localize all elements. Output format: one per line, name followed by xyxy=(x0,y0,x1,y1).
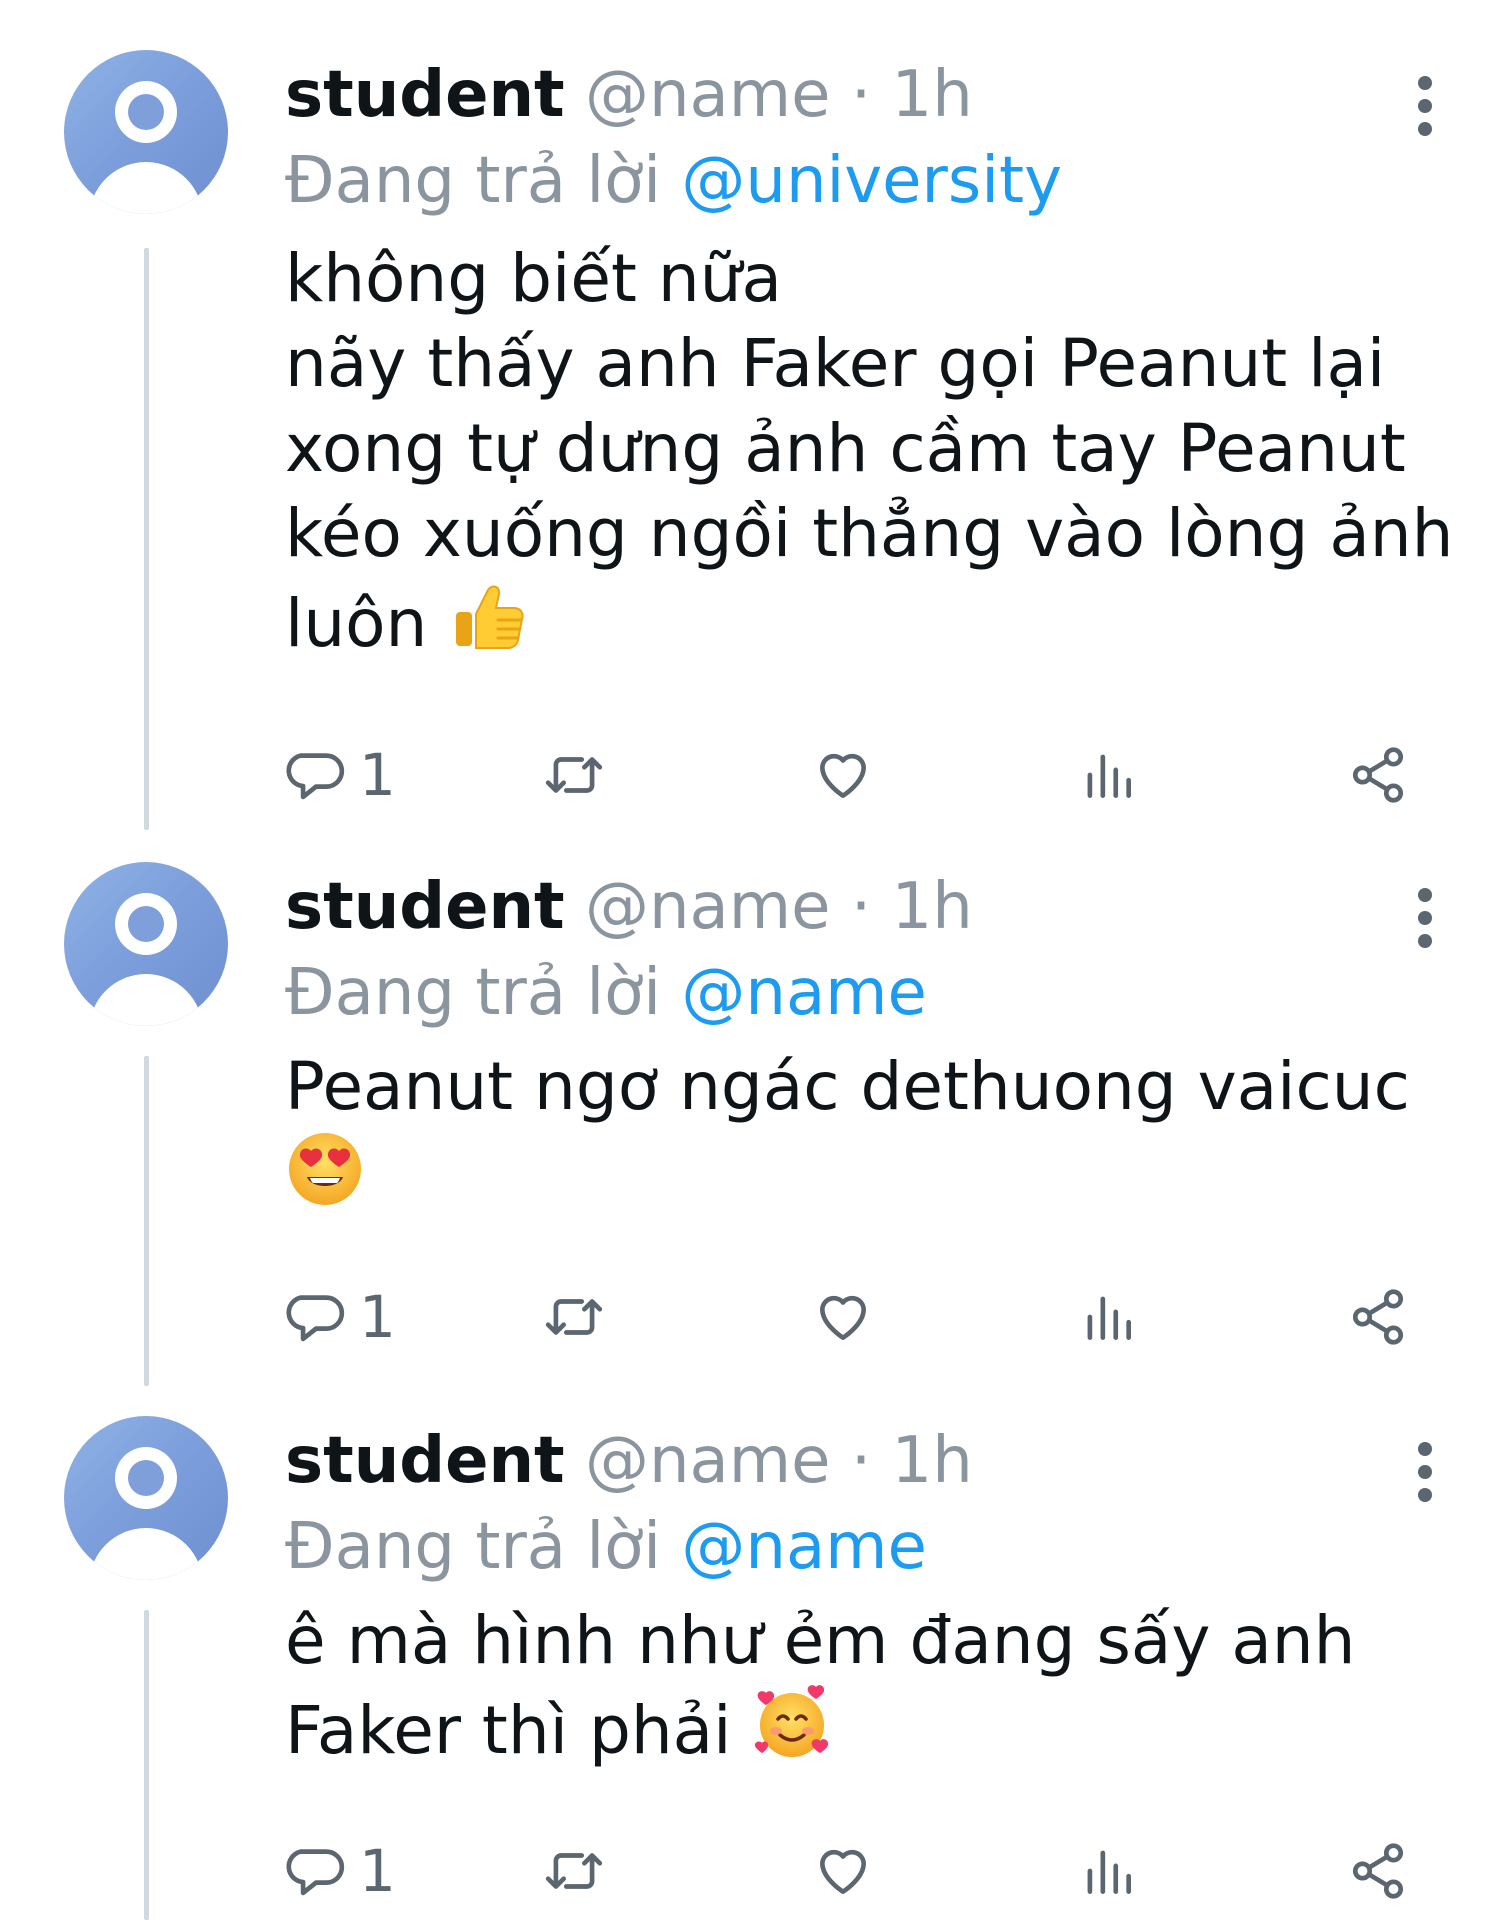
tweet[interactable]: student @name · 1h Đang trả lời @univers… xyxy=(0,50,1501,830)
views-icon xyxy=(1087,1296,1131,1340)
tweet-text-line: xong tự dưng ảnh cầm tay Peanut xyxy=(285,410,1406,487)
user-handle[interactable]: @name xyxy=(585,58,831,132)
display-name[interactable]: student xyxy=(285,58,565,132)
tweet-header: student @name · 1h xyxy=(285,862,973,952)
mention-link[interactable]: @name xyxy=(681,1510,927,1584)
tweet-text-line: Faker thì phải xyxy=(285,1692,732,1769)
like-button[interactable] xyxy=(812,1836,874,1906)
heart-eyes-emoji xyxy=(289,1133,361,1205)
separator-dot: · xyxy=(850,1424,872,1498)
tweet-text: không biết nữa nãy thấy anh Faker gọi Pe… xyxy=(285,236,1465,666)
views-button[interactable] xyxy=(1077,740,1139,810)
share-icon xyxy=(1352,1289,1404,1345)
heart-icon xyxy=(820,1295,866,1340)
timestamp[interactable]: 1h xyxy=(892,870,973,944)
share-button[interactable] xyxy=(1347,1282,1409,1352)
thumbs-up-emoji xyxy=(456,585,524,649)
tweet[interactable]: student @name · 1h Đang trả lời @name Pe… xyxy=(0,862,1501,1386)
views-button[interactable] xyxy=(1077,1282,1139,1352)
views-icon xyxy=(1087,754,1131,798)
avatar-head xyxy=(115,81,177,143)
views-icon xyxy=(1087,1850,1131,1894)
replying-to: Đang trả lời @name xyxy=(285,1502,927,1592)
avatar[interactable] xyxy=(64,1416,228,1580)
avatar-body xyxy=(89,162,203,214)
tweet-text-line: luôn xyxy=(285,585,428,662)
retweet-button[interactable] xyxy=(543,1836,605,1906)
reply-icon xyxy=(286,1849,345,1896)
retweet-icon xyxy=(545,1853,603,1889)
avatar[interactable] xyxy=(64,50,228,214)
retweet-button[interactable] xyxy=(543,740,605,810)
like-button[interactable] xyxy=(812,740,874,810)
tweet-text-line-wrap xyxy=(285,1129,1465,1219)
timestamp[interactable]: 1h xyxy=(892,1424,973,1498)
thread-line xyxy=(144,1056,149,1386)
avatar[interactable] xyxy=(64,862,228,1026)
tweet-thread: student @name · 1h Đang trả lời @univers… xyxy=(0,0,1501,1920)
more-vertical-icon[interactable] xyxy=(1410,76,1440,136)
tweet-actions: 1 xyxy=(285,1282,1435,1352)
smiling-face-with-hearts-emoji xyxy=(755,1685,829,1757)
more-vertical-icon[interactable] xyxy=(1410,1442,1440,1502)
share-button[interactable] xyxy=(1347,740,1409,810)
retweet-button[interactable] xyxy=(543,1282,605,1352)
tweet-text-line: không biết nữa xyxy=(285,240,782,317)
tweet-header: student @name · 1h xyxy=(285,1416,973,1506)
display-name[interactable]: student xyxy=(285,870,565,944)
reply-icon xyxy=(286,753,345,800)
share-icon xyxy=(1352,747,1404,803)
thread-line xyxy=(144,248,149,830)
reply-count: 1 xyxy=(359,741,396,809)
user-handle[interactable]: @name xyxy=(585,870,831,944)
views-button[interactable] xyxy=(1077,1836,1139,1906)
tweet-text: Peanut ngơ ngác dethuong vaicuc xyxy=(285,1044,1465,1219)
tweet-header: student @name · 1h xyxy=(285,50,973,140)
tweet-actions: 1 xyxy=(285,1836,1435,1906)
avatar-body xyxy=(89,974,203,1026)
tweet-text-line: kéo xuống ngồi thẳng vào lòng ảnh xyxy=(285,495,1454,572)
mention-link[interactable]: @name xyxy=(681,956,927,1030)
reply-count: 1 xyxy=(359,1837,396,1905)
avatar-body xyxy=(89,1528,203,1580)
retweet-icon xyxy=(545,1299,603,1335)
heart-icon xyxy=(820,753,866,798)
avatar-head xyxy=(115,1447,177,1509)
replying-to: Đang trả lời @university xyxy=(285,136,1062,226)
share-button[interactable] xyxy=(1347,1836,1409,1906)
separator-dot: · xyxy=(850,58,872,132)
tweet-text-line: ê mà hình như ẻm đang sấy anh xyxy=(285,1602,1356,1679)
thread-line xyxy=(144,1610,149,1920)
more-vertical-icon[interactable] xyxy=(1410,888,1440,948)
separator-dot: · xyxy=(850,870,872,944)
reply-prefix: Đang trả lời xyxy=(285,1510,662,1584)
like-button[interactable] xyxy=(812,1282,874,1352)
reply-prefix: Đang trả lời xyxy=(285,956,662,1030)
reply-button[interactable]: 1 xyxy=(285,1836,396,1906)
tweet-text: ê mà hình như ẻm đang sấy anh Faker thì … xyxy=(285,1598,1465,1773)
tweet-text-line: Peanut ngơ ngác dethuong vaicuc xyxy=(285,1048,1410,1125)
reply-count: 1 xyxy=(359,1283,396,1351)
retweet-icon xyxy=(545,757,603,793)
tweet-text-line-wrap: Faker thì phải xyxy=(285,1683,1465,1773)
heart-icon xyxy=(820,1849,866,1894)
tweet-text-line: nãy thấy anh Faker gọi Peanut lại xyxy=(285,325,1386,402)
tweet-actions: 1 xyxy=(285,740,1435,810)
user-handle[interactable]: @name xyxy=(585,1424,831,1498)
timestamp[interactable]: 1h xyxy=(892,58,973,132)
reply-button[interactable]: 1 xyxy=(285,740,396,810)
avatar-head xyxy=(115,893,177,955)
tweet-text-line-wrap: luôn xyxy=(285,576,1465,666)
reply-icon xyxy=(286,1295,345,1342)
display-name[interactable]: student xyxy=(285,1424,565,1498)
tweet[interactable]: student @name · 1h Đang trả lời @name ê … xyxy=(0,1416,1501,1920)
mention-link[interactable]: @university xyxy=(681,144,1062,218)
reply-button[interactable]: 1 xyxy=(285,1282,396,1352)
share-icon xyxy=(1352,1843,1404,1899)
replying-to: Đang trả lời @name xyxy=(285,948,927,1038)
reply-prefix: Đang trả lời xyxy=(285,144,662,218)
